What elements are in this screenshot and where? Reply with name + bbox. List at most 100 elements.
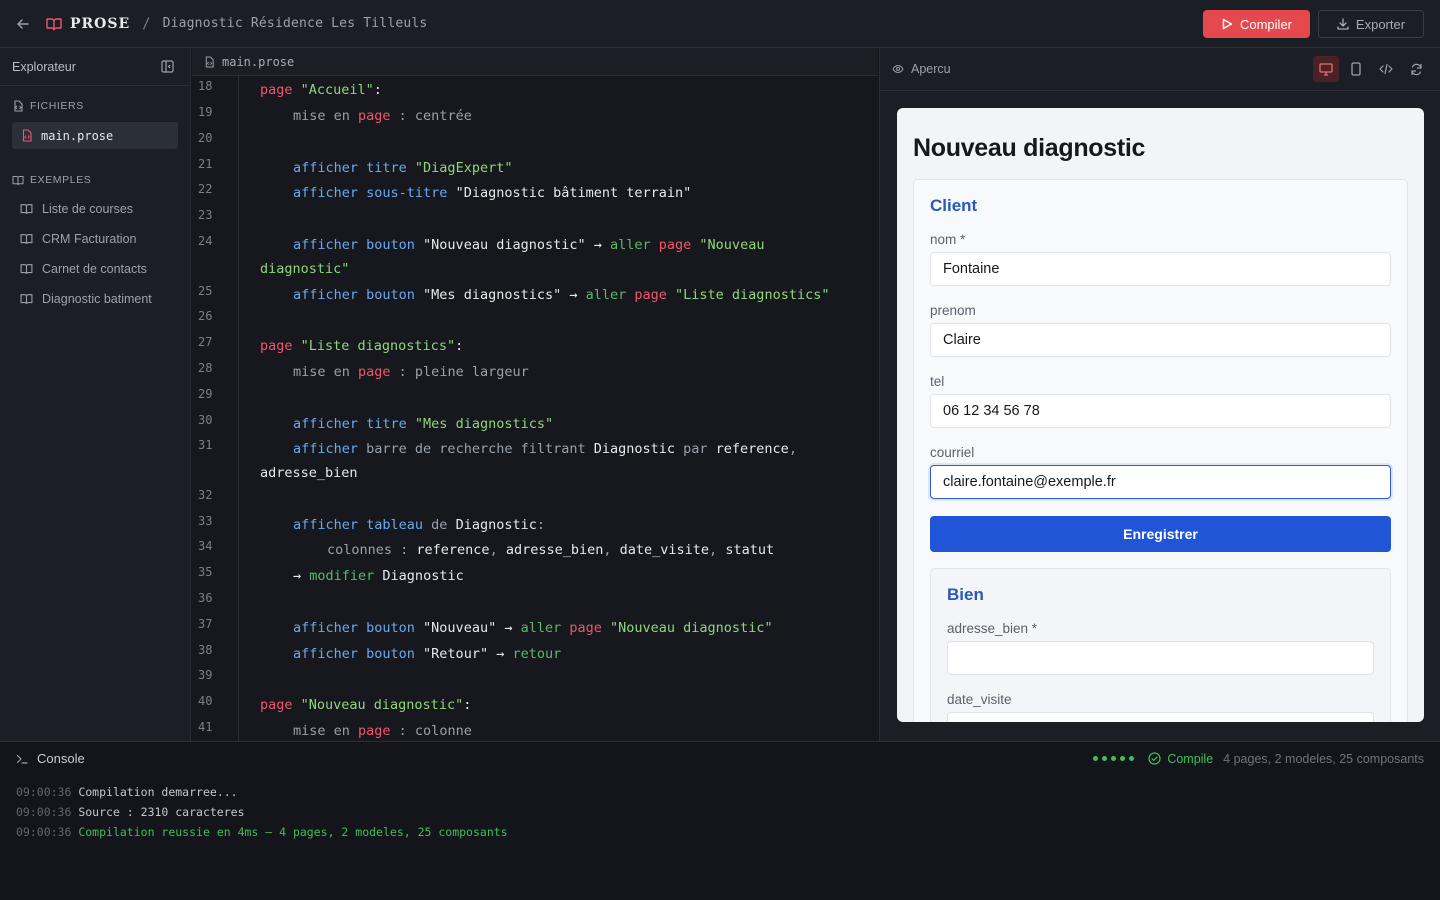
terminal-icon (16, 754, 28, 764)
code-token: page (634, 287, 667, 303)
prenom-value: Claire (943, 332, 981, 348)
export-button[interactable]: Exporter (1318, 10, 1424, 38)
console-header[interactable]: Console Compile 4 pages, 2 modeles, 25 c… (0, 742, 1440, 775)
tel-input[interactable]: 06 12 34 56 78 (930, 394, 1391, 428)
preview-frame: Nouveau diagnostic Client nom * Fontaine… (897, 108, 1424, 722)
save-button[interactable]: Enregistrer (930, 516, 1391, 552)
client-section-title: Client (930, 196, 978, 215)
code-icon (1379, 63, 1393, 75)
status-summary: 4 pages, 2 modeles, 25 composants (1223, 751, 1424, 766)
code-line: afficher titre "DiagExpert" (293, 160, 512, 176)
line-number: 29 (198, 387, 213, 401)
example-item-liste-de-courses[interactable]: Liste de courses (0, 194, 190, 224)
code-line: page "Accueil": (260, 82, 382, 98)
line-number: 39 (198, 668, 213, 682)
code-token: aller (610, 237, 651, 253)
log-time: 09:00:36 (16, 825, 72, 839)
check-circle-icon (1148, 752, 1161, 765)
back-button[interactable] (0, 0, 46, 48)
line-number: 37 (198, 617, 213, 631)
editor-tab[interactable]: main.prose (192, 48, 878, 76)
courriel-input[interactable]: claire.fontaine@exemple.fr (930, 465, 1391, 499)
nom-value: Fontaine (943, 261, 1000, 277)
play-icon (1222, 18, 1233, 30)
line-number: 19 (198, 105, 213, 119)
line-number: 21 (198, 157, 213, 171)
file-name: main.prose (41, 128, 114, 143)
code-token: colonnes : (327, 542, 417, 558)
code-token: : (455, 338, 464, 354)
example-item-carnet-de-contacts[interactable]: Carnet de contacts (0, 254, 190, 284)
book-icon (20, 294, 33, 304)
monitor-icon (1319, 62, 1333, 76)
code-token: "Retour" → (414, 646, 513, 662)
console-title: Console (37, 751, 85, 766)
code-line: afficher bouton "Nouveau diagnostic" → a… (293, 237, 764, 253)
nom-label: nom * (930, 232, 966, 247)
code-token: : (373, 82, 382, 98)
code-token: "Nouveau (691, 237, 765, 253)
code-view-button[interactable] (1373, 56, 1399, 82)
code-token: Diagnostic (455, 517, 537, 533)
code-token: "Diagnostic bâtiment terrain" (447, 185, 692, 201)
code-token: Diagnostic (374, 568, 464, 584)
code-token: retour (512, 646, 562, 662)
book-icon (20, 264, 33, 274)
code-line: mise en page : colonne (293, 723, 472, 739)
code-line: afficher bouton "Retour" → retour (293, 646, 561, 662)
code-line-wrap: adresse_bien (260, 465, 358, 481)
line-number: 33 (198, 514, 213, 528)
book-icon (12, 175, 24, 185)
code-token: barre de recherche filtrant (358, 441, 594, 457)
code-token: "Nouveau diagnostic" → (414, 237, 610, 253)
code-token: "Nouveau diagnostic" (601, 620, 773, 636)
code-line: afficher tableau de Diagnostic: (293, 517, 545, 533)
project-title[interactable]: Diagnostic Résidence Les Tilleuls (163, 16, 428, 31)
refresh-button[interactable] (1403, 56, 1429, 82)
line-number: 35 (198, 565, 213, 579)
desktop-view-button[interactable] (1313, 56, 1339, 82)
example-item-diagnostic-batiment[interactable]: Diagnostic batiment (0, 284, 190, 314)
code-line: page "Liste diagnostics": (260, 338, 463, 354)
code-line: afficher bouton "Mes diagnostics" → alle… (293, 287, 829, 303)
brand[interactable]: PROSE (46, 16, 130, 32)
code-token: afficher titre (293, 160, 407, 176)
code-token: "Accueil" (292, 82, 374, 98)
code-token: "Mes diagnostics" → (414, 287, 586, 303)
date-visite-input[interactable] (947, 712, 1374, 722)
code-token: , (788, 441, 797, 457)
adresse-bien-input[interactable] (947, 641, 1374, 675)
line-number-gutter: 18 19 20 21 22 23 24 25 26 27 28 29 30 3… (192, 76, 239, 741)
code-token: reference (715, 441, 789, 457)
bien-card: Bien adresse_bien * date_visite (930, 568, 1391, 722)
files-section-title: FICHIERS (30, 100, 84, 112)
log-message: Source : 2310 caracteres (78, 805, 245, 819)
code-token: "Nouveau diagnostic" (292, 697, 464, 713)
mobile-view-button[interactable] (1343, 56, 1369, 82)
log-message: Compilation reussie en 4ms — 4 pages, 2 … (78, 825, 508, 839)
nom-input[interactable]: Fontaine (930, 252, 1391, 286)
book-open-icon (46, 17, 62, 31)
sidebar-collapse-icon[interactable] (161, 60, 174, 73)
example-item-crm-facturation[interactable]: CRM Facturation (0, 224, 190, 254)
files-section: FICHIERS (0, 96, 190, 116)
line-number: 38 (198, 643, 213, 657)
file-main-prose[interactable]: main.prose (12, 122, 178, 149)
code-token: : pleine largeur (390, 364, 529, 380)
code-line: afficher barre de recherche filtrant Dia… (293, 441, 797, 457)
editor-tab-label: main.prose (222, 54, 295, 69)
date-visite-label: date_visite (947, 692, 1012, 707)
log-time: 09:00:36 (16, 785, 72, 799)
prenom-input[interactable]: Claire (930, 323, 1391, 357)
code-editor[interactable]: main.prose 18 19 20 21 22 23 24 25 26 27… (192, 48, 878, 741)
console-panel: Console Compile 4 pages, 2 modeles, 25 c… (0, 741, 1440, 900)
refresh-icon (1410, 63, 1422, 75)
code-token: afficher bouton (293, 646, 415, 662)
code-line: afficher sous-titre "Diagnostic bâtiment… (293, 185, 691, 201)
explorer-header: Explorateur (0, 48, 190, 86)
files-icon (14, 100, 23, 112)
line-number: 22 (198, 182, 213, 196)
bien-section-title: Bien (947, 585, 984, 604)
preview-title: Apercu (911, 62, 951, 76)
compile-button[interactable]: Compiler (1203, 10, 1310, 38)
